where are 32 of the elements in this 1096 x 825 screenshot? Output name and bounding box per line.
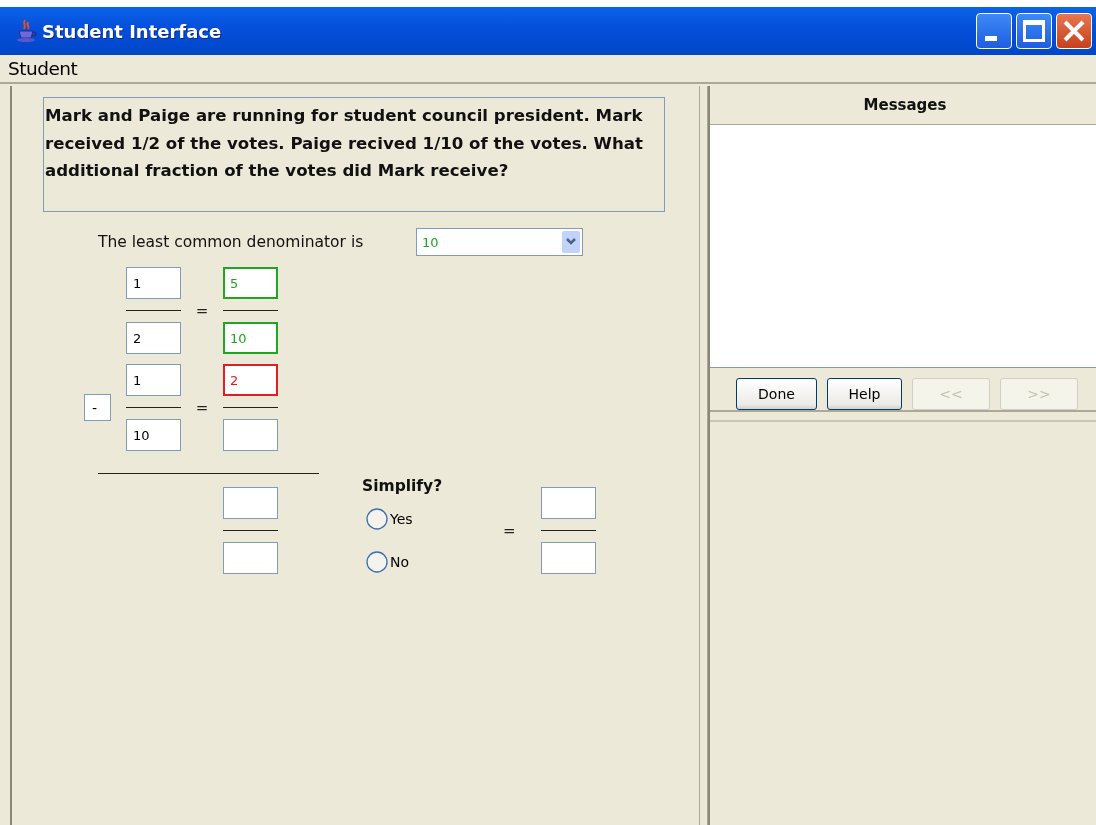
close-button[interactable]: [1056, 13, 1092, 49]
answer-box[interactable]: 10: [126, 419, 181, 451]
window-title: Student Interface: [42, 20, 223, 42]
answer-box[interactable]: [223, 487, 278, 519]
prompt-text: The least common denominator is: [98, 233, 365, 251]
cup-icon: [16, 19, 38, 43]
operator-box[interactable]: -: [84, 394, 111, 421]
radio-option[interactable]: Yes: [366, 508, 413, 530]
radio-option[interactable]: No: [366, 551, 410, 573]
answer-box[interactable]: [541, 542, 596, 574]
maximize-button[interactable]: [1016, 13, 1052, 49]
maximize-icon: [1023, 20, 1045, 42]
answer-box[interactable]: 2: [126, 322, 181, 354]
toolbar-button[interactable]: Help: [827, 378, 902, 410]
menu-item[interactable]: Student: [6, 58, 80, 79]
minimize-icon: [985, 36, 997, 41]
answer-box[interactable]: [223, 542, 278, 574]
equals-sign: =: [195, 301, 209, 320]
answer-box[interactable]: 2: [223, 364, 278, 396]
answer-box[interactable]: [541, 487, 596, 519]
close-icon: [1063, 20, 1085, 42]
answer-box[interactable]: [223, 419, 278, 451]
simplify-label: Simplify?: [362, 477, 444, 495]
answer-box[interactable]: 1: [126, 267, 181, 299]
problem-text: Mark and Paige are running for student council president. Mark received 1/2 of the votes. Paige recived 1/10 of the votes. What additional fraction of the votes did Mark receive?: [43, 97, 665, 212]
equals-sign: =: [503, 521, 517, 540]
panel-title: Messages: [863, 96, 947, 114]
equals-sign: =: [195, 398, 209, 417]
toolbar-button[interactable]: Done: [736, 378, 817, 410]
minimize-button[interactable]: [976, 13, 1012, 49]
answer-box[interactable]: 1: [126, 364, 181, 396]
chevron-icon: [562, 231, 580, 253]
